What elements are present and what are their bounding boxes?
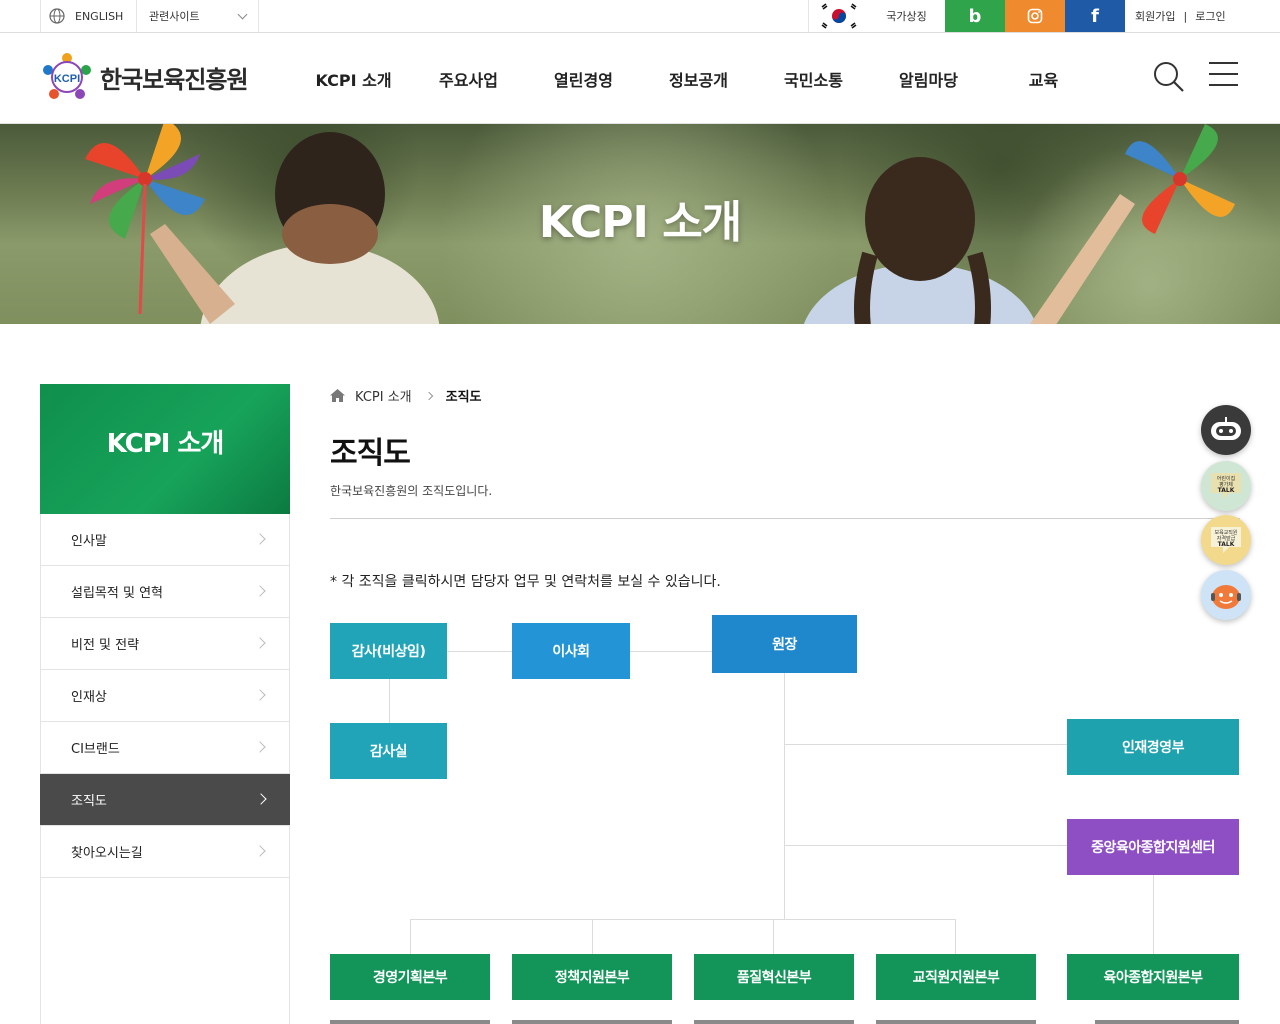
svg-text:보육교직원: 보육교직원 [1214, 529, 1237, 536]
connector-line [592, 919, 593, 954]
svg-text:어린이집: 어린이집 [1217, 475, 1235, 482]
org-auditor[interactable]: 감사(비상임) [330, 623, 447, 679]
connector-line [410, 919, 956, 920]
org-division-management-planning[interactable]: 경영기획본부 [330, 954, 490, 1000]
evaluation-talk-button[interactable]: 어린이집 평가제 TALK [1201, 461, 1251, 511]
connector-line [1153, 875, 1154, 954]
connector-line [784, 673, 785, 919]
sub-box-edge [512, 1020, 672, 1024]
org-central-childcare-center[interactable]: 중앙육아종합지원센터 [1067, 819, 1239, 875]
counseling-button[interactable] [1201, 570, 1251, 620]
chatbot-button[interactable] [1201, 405, 1251, 455]
svg-text:TALK: TALK [1218, 541, 1235, 548]
org-division-policy-support[interactable]: 정책지원본부 [512, 954, 672, 1000]
sub-box-edge [876, 1020, 1036, 1024]
org-hr-department[interactable]: 인재경영부 [1067, 719, 1239, 775]
org-division-staff-support[interactable]: 교직원지원본부 [876, 954, 1036, 1000]
connector-line [955, 919, 956, 954]
connector-line [784, 744, 1067, 745]
org-president[interactable]: 원장 [712, 615, 857, 673]
connector-line [784, 845, 1067, 846]
qualification-talk-button[interactable]: 보육교직원 자격발급 TALK [1201, 515, 1251, 565]
connector-line [389, 679, 390, 723]
org-chart: 감사(비상임) 이사회 원장 감사실 인재경영부 중앙육아종합지원센터 경영기획… [0, 0, 1280, 1024]
talk-bubble-icon: 어린이집평가제TALK [1211, 473, 1241, 499]
sub-box-edge [330, 1020, 490, 1024]
org-audit-office[interactable]: 감사실 [330, 723, 447, 779]
svg-text:TALK: TALK [1218, 487, 1235, 494]
robot-icon [1211, 417, 1241, 440]
connector-line [630, 651, 712, 652]
talk-bubble-icon: 보육교직원자격발급TALK [1211, 527, 1241, 553]
org-board[interactable]: 이사회 [512, 623, 630, 679]
org-division-quality-innovation[interactable]: 품질혁신본부 [694, 954, 854, 1000]
connector-line [773, 919, 774, 954]
connector-line [447, 651, 512, 652]
org-division-childcare-support[interactable]: 육아종합지원본부 [1067, 954, 1239, 1000]
character-icon [1211, 585, 1241, 609]
sub-box-edge [1095, 1020, 1239, 1024]
connector-line [410, 919, 411, 954]
sub-box-edge [694, 1020, 854, 1024]
